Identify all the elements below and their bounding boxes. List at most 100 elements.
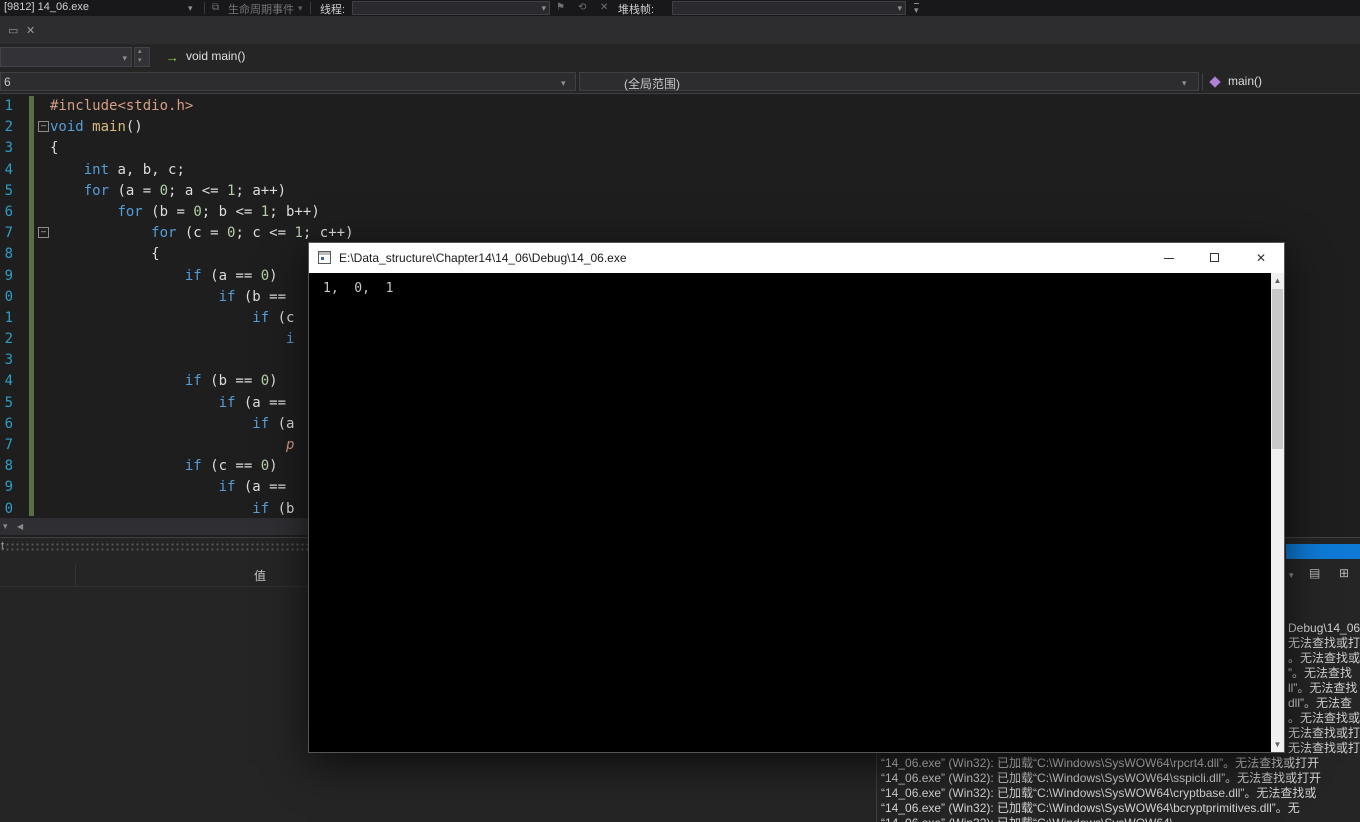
clipped-panel-label: t bbox=[1, 540, 5, 552]
close-button[interactable]: ✕ bbox=[1238, 243, 1284, 273]
fold-collapse-icon[interactable]: – bbox=[38, 227, 49, 238]
editor-navigation-bar: 6 ▾ (全局范围) ▾ main() bbox=[0, 70, 1360, 94]
console-window[interactable]: E:\Data_structure\Chapter14\14_06\Debug\… bbox=[308, 242, 1285, 753]
clear-icon[interactable]: ✕ bbox=[600, 1, 608, 15]
minimize-icon bbox=[1164, 258, 1174, 259]
code-line: #include<stdio.h> bbox=[50, 98, 194, 114]
chevron-down-icon: ▾ bbox=[561, 78, 566, 88]
line-number: 5 bbox=[4, 394, 13, 411]
console-output-text: 1, 0, 1 bbox=[323, 281, 394, 296]
process-dropdown[interactable]: [9812] 14_06.exe bbox=[4, 1, 89, 13]
line-number: 5 bbox=[4, 182, 13, 199]
project-combobox-fragment: 6 bbox=[4, 75, 11, 89]
output-fragment: ll”。无法查找 bbox=[1288, 681, 1358, 695]
output-fragment: Debug\14_06. bbox=[1288, 621, 1360, 635]
minimize-button[interactable] bbox=[1146, 243, 1192, 273]
chevron-down-icon: ▾ bbox=[138, 57, 142, 64]
output-fragment: dll”。无法查 bbox=[1288, 696, 1353, 710]
stack-frame-label: 堆栈帧: bbox=[618, 4, 655, 16]
line-number: 8 bbox=[4, 246, 13, 263]
line-number: 2 bbox=[4, 119, 13, 136]
line-number: 2 bbox=[4, 331, 13, 348]
chevron-down-icon[interactable]: ▾ bbox=[188, 3, 193, 13]
scroll-up-icon[interactable]: ▲ bbox=[1271, 273, 1284, 288]
output-fragment: ”。无法查找 bbox=[1288, 666, 1352, 680]
line-number: 3 bbox=[4, 140, 13, 157]
maximize-button[interactable] bbox=[1192, 243, 1238, 273]
thread-combobox[interactable]: ▾ bbox=[352, 1, 550, 15]
project-combobox[interactable]: 6 ▾ bbox=[0, 72, 576, 91]
chevron-down-icon: ▾ bbox=[897, 3, 902, 13]
chevron-down-icon[interactable]: ▾ bbox=[298, 3, 303, 13]
stack-frame-combobox[interactable]: ▾ bbox=[672, 1, 906, 15]
console-icon bbox=[318, 251, 331, 264]
value-column-header[interactable]: 值 bbox=[254, 567, 266, 584]
close-icon[interactable]: ✕ bbox=[26, 25, 35, 37]
output-fragment: 。无法查找或 bbox=[1288, 711, 1360, 725]
console-title: E:\Data_structure\Chapter14\14_06\Debug\… bbox=[339, 251, 627, 265]
grid-icon[interactable]: ⊞ bbox=[1339, 565, 1349, 581]
line-number: 0 bbox=[4, 500, 13, 517]
refresh-icon[interactable]: ⟲ bbox=[578, 1, 586, 15]
scrollbar-thumb[interactable] bbox=[1272, 289, 1283, 449]
line-number: 8 bbox=[4, 458, 13, 475]
output-line: “14_06.exe” (Win32): 已加载“C:\Windows\SysW… bbox=[881, 816, 1360, 822]
line-number: 3 bbox=[4, 352, 13, 369]
output-line: “14_06.exe” (Win32): 已加载“C:\Windows\SysW… bbox=[881, 771, 1322, 785]
line-number: 9 bbox=[4, 479, 13, 496]
code-line: for (b = 0; b <= 1; b++) bbox=[117, 203, 320, 220]
navbar-separator bbox=[1202, 73, 1203, 91]
output-line: “14_06.exe” (Win32): 已加载“C:\Windows\SysW… bbox=[881, 801, 1300, 815]
scope-combobox[interactable]: (全局范围) ▾ bbox=[579, 72, 1199, 91]
output-fragment: 无法查找或打 bbox=[1288, 726, 1360, 740]
line-number: 4 bbox=[4, 161, 13, 178]
list-icon[interactable]: ▤ bbox=[1309, 565, 1320, 581]
progress-bar bbox=[1286, 544, 1360, 559]
toolbar-separator bbox=[310, 2, 311, 14]
current-statement-arrow-icon: → bbox=[165, 49, 179, 65]
code-line: int a, b, c; bbox=[83, 161, 185, 178]
member-combobox[interactable]: main() bbox=[1228, 74, 1262, 88]
line-number: 6 bbox=[4, 203, 13, 220]
location-combobox[interactable]: ▾ bbox=[0, 47, 132, 67]
line-number: 6 bbox=[4, 415, 13, 432]
toolbar-separator bbox=[204, 2, 205, 14]
close-icon: ✕ bbox=[1255, 251, 1267, 265]
line-number: 4 bbox=[4, 373, 13, 390]
chevron-down-icon: ▾ bbox=[541, 3, 546, 13]
console-body[interactable]: 1, 0, 1 ▲ ▼ bbox=[309, 273, 1284, 752]
code-line: { bbox=[50, 140, 59, 157]
chevron-down-icon[interactable]: ▾ bbox=[1289, 567, 1294, 583]
column-divider[interactable] bbox=[75, 565, 76, 585]
console-vertical-scrollbar[interactable]: ▲ ▼ bbox=[1271, 273, 1284, 752]
flag-icon[interactable]: ⚑ bbox=[556, 1, 565, 15]
lifecycle-events-icon: ⧉ bbox=[212, 2, 220, 13]
code-line: for (a = 0; a <= 1; a++) bbox=[83, 182, 287, 199]
line-number: 1 bbox=[4, 98, 13, 114]
output-fragment: 无法查找或打开 bbox=[1288, 636, 1360, 650]
stack-spinner[interactable]: ▴ ▾ bbox=[134, 47, 150, 67]
debug-toolbar: [9812] 14_06.exe ▾ ⧉ 生命周期事件 ▾ 线程: ▾ ⚑ ⟲ … bbox=[0, 0, 1360, 16]
scroll-left-icon[interactable]: ◀ bbox=[17, 522, 23, 531]
code-line: void main() bbox=[50, 119, 143, 136]
change-tracking-bar bbox=[29, 96, 34, 516]
chevron-down-icon: ▾ bbox=[122, 53, 127, 63]
debug-location-bar: ▾ ▴ ▾ → void main() bbox=[0, 44, 1360, 70]
output-fragment: 。无法查找或 bbox=[1288, 651, 1360, 665]
line-number-margin: 1 2 3 4 5 6 7 8 9 0 1 2 3 4 5 6 7 8 9 0 bbox=[0, 96, 13, 518]
fold-collapse-icon[interactable]: – bbox=[38, 121, 49, 132]
line-number: 7 bbox=[4, 437, 13, 453]
splitter-menu-icon[interactable]: ▾ bbox=[3, 521, 8, 532]
current-statement-label[interactable]: void main() bbox=[186, 49, 245, 63]
line-number: 1 bbox=[4, 309, 13, 326]
line-number: 0 bbox=[4, 288, 13, 305]
console-titlebar[interactable]: E:\Data_structure\Chapter14\14_06\Debug\… bbox=[309, 243, 1284, 273]
output-line: “14_06.exe” (Win32): 已加载“C:\Windows\SysW… bbox=[881, 756, 1320, 770]
pin-icon[interactable]: ▭ bbox=[8, 25, 18, 37]
lifecycle-events-dropdown[interactable]: 生命周期事件 bbox=[228, 1, 294, 17]
toolbar-overflow-icon[interactable]: ▾ bbox=[914, 3, 919, 15]
maximize-icon bbox=[1210, 253, 1219, 262]
output-fragment: 无法查找或打 bbox=[1288, 741, 1360, 755]
scroll-down-icon[interactable]: ▼ bbox=[1271, 737, 1284, 752]
toolwindow-strip: ▭ ✕ bbox=[0, 16, 1360, 44]
